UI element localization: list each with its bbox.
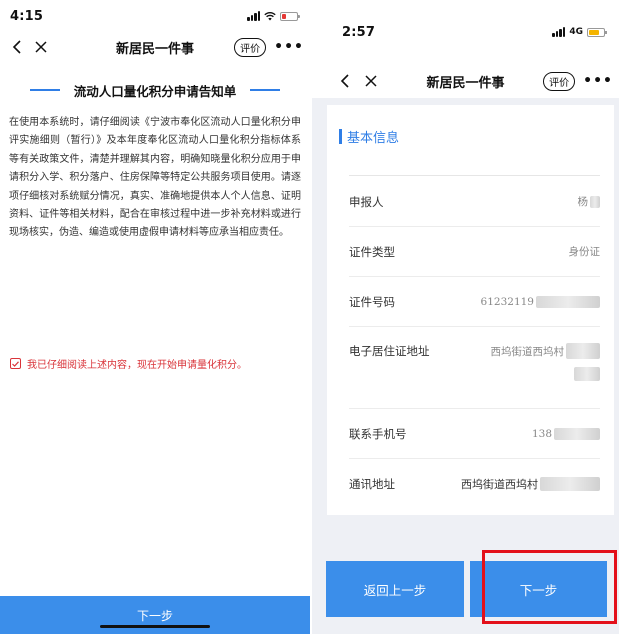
home-indicator xyxy=(100,625,210,628)
field-label: 通讯地址 xyxy=(349,477,395,491)
back-step-button[interactable]: 返回上一步 xyxy=(326,561,464,617)
status-time: 4:15 xyxy=(10,8,44,24)
field-value: 杨 xyxy=(578,194,600,209)
status-bar: 4:15 xyxy=(0,0,310,32)
nav-actions: 评价 ••• xyxy=(234,37,304,57)
field-id-number: 证件号码 61232119 xyxy=(349,277,600,327)
left-phone-screen: 4:15 新居民一件事 评价 ••• 流动人口量化积分申请告知单 在使用本系统时… xyxy=(0,0,310,634)
notice-heading: 流动人口量化积分申请告知单 xyxy=(0,80,310,100)
field-applicant: 申报人 杨 xyxy=(349,177,600,227)
back-chevron-icon[interactable] xyxy=(8,38,26,56)
status-time: 2:57 xyxy=(342,24,376,40)
masked-value xyxy=(554,427,600,440)
notice-body: 在使用本系统时，请仔细阅读《宁波市奉化区流动人口量化积分申评实施细则（暂行）》及… xyxy=(9,117,301,239)
field-value: 身份证 xyxy=(568,246,601,258)
next-step-label: 下一步 xyxy=(519,582,558,598)
status-bar: 2:57 4G xyxy=(312,0,619,64)
network-label: 4G xyxy=(569,27,583,37)
field-value: 61232119 xyxy=(481,295,600,308)
signal-icon xyxy=(247,11,260,21)
agree-text: 我已仔细阅读上述内容，现在开始申请量化积分。 xyxy=(27,360,247,371)
section-accent-bar xyxy=(339,129,342,144)
basic-info-card: 基本信息 申报人 杨 证件类型 身份证 证件号码 61232119 电子居住证地… xyxy=(327,105,614,515)
more-icon[interactable]: ••• xyxy=(583,73,613,89)
next-button-label: 下一步 xyxy=(136,608,173,623)
rate-button[interactable]: 评价 xyxy=(234,37,267,57)
field-mailing-address: 通讯地址 西坞街道西坞村 xyxy=(349,459,600,509)
right-phone-screen: 2:57 4G 新居民一件事 评价 ••• 基本信息 申报人 杨 证件类型 身份… xyxy=(312,0,619,634)
masked-value xyxy=(540,477,600,491)
field-label: 电子居住证地址 xyxy=(349,344,430,358)
back-step-label: 返回上一步 xyxy=(363,582,427,598)
more-icon[interactable]: ••• xyxy=(274,39,304,55)
notice-title: 流动人口量化积分申请告知单 xyxy=(73,83,237,99)
masked-value xyxy=(536,295,600,308)
next-button[interactable]: 下一步 xyxy=(0,596,310,634)
section-title: 基本信息 xyxy=(347,131,400,146)
field-label: 联系手机号 xyxy=(349,426,407,441)
field-residence-address: 电子居住证地址 西坞街道西坞村 xyxy=(349,327,600,409)
close-icon[interactable] xyxy=(362,72,380,90)
nav-bar: 新居民一件事 评价 ••• xyxy=(312,64,619,98)
rate-button[interactable]: 评价 xyxy=(543,71,576,91)
field-label: 证件号码 xyxy=(349,294,395,309)
field-phone: 联系手机号 138 xyxy=(349,409,600,459)
status-icons: 4G xyxy=(552,27,607,37)
nav-bar: 新居民一件事 评价 ••• xyxy=(0,32,310,62)
section-header: 基本信息 xyxy=(339,127,399,146)
close-icon[interactable] xyxy=(32,38,50,56)
field-value: 138 xyxy=(532,427,600,440)
status-icons xyxy=(247,11,300,21)
back-chevron-icon[interactable] xyxy=(336,72,354,90)
field-id-type: 证件类型 身份证 xyxy=(349,227,600,277)
agree-checkbox-row[interactable]: 我已仔细阅读上述内容，现在开始申请量化积分。 xyxy=(10,356,247,371)
masked-value xyxy=(574,367,600,381)
stage: 4:15 新居民一件事 评价 ••• 流动人口量化积分申请告知单 在使用本系统时… xyxy=(0,0,619,634)
field-label: 证件类型 xyxy=(349,244,395,259)
masked-value xyxy=(590,195,600,208)
checkbox-checked-icon[interactable] xyxy=(10,358,21,369)
section-divider xyxy=(349,175,600,176)
field-value: 西坞街道西坞村 xyxy=(461,476,600,492)
signal-icon xyxy=(552,27,566,37)
wifi-icon xyxy=(264,11,276,21)
masked-value xyxy=(566,343,600,359)
heading-rule-right xyxy=(250,89,281,91)
field-label: 申报人 xyxy=(349,194,384,209)
heading-rule-left xyxy=(29,89,60,91)
field-value: 西坞街道西坞村 xyxy=(491,343,600,381)
nav-actions: 评价 ••• xyxy=(543,71,613,91)
battery-charging-icon xyxy=(587,27,607,37)
battery-icon xyxy=(280,11,300,21)
next-step-button[interactable]: 下一步 xyxy=(470,561,607,617)
